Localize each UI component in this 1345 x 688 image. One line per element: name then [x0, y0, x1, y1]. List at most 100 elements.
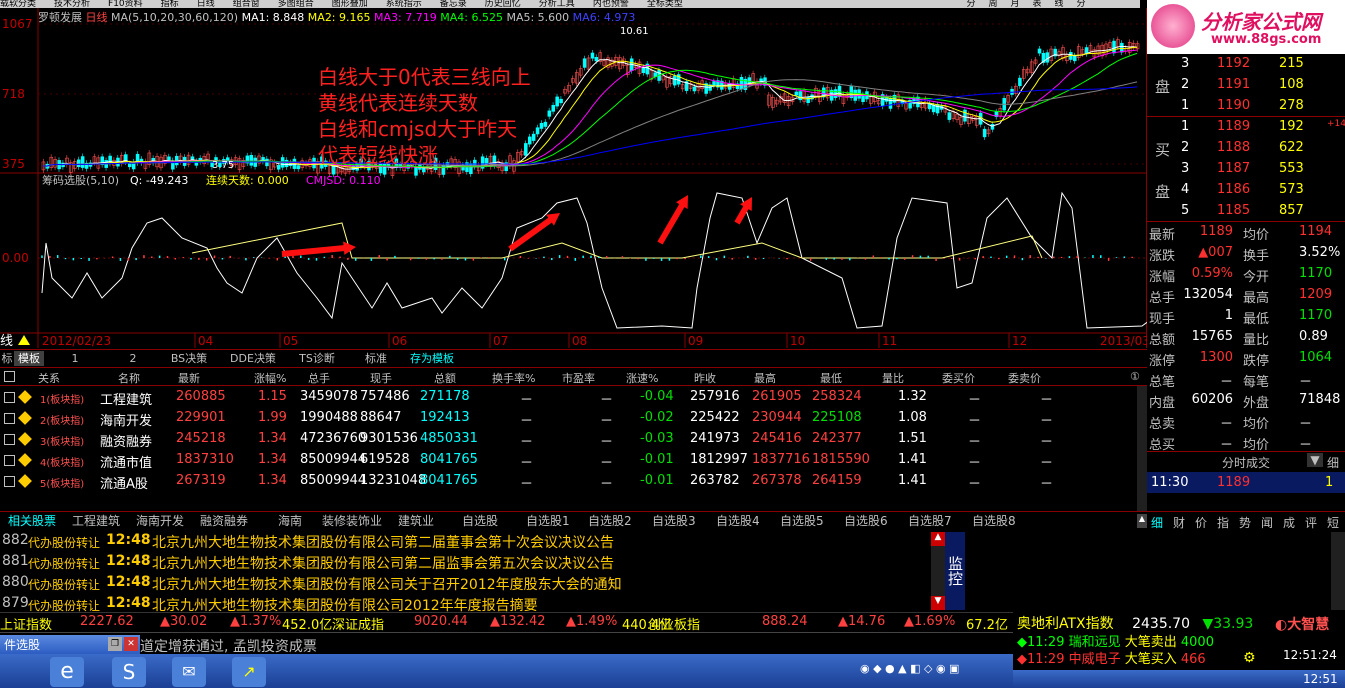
chart-area[interactable]: 1067 718 375 10.61 3.75 白线大于0代表三线向上 黄线代表连续天数 白线… — [0, 8, 1183, 349]
table-row[interactable]: 1(板块指) 工程建筑 260885 1.15 3459078 757486 271178 －… — [0, 387, 1147, 408]
quote-tab-5[interactable]: 闻 — [1261, 514, 1273, 531]
column-header[interactable]: 总额 — [434, 370, 456, 386]
quote-tab-6[interactable]: 成 — [1283, 514, 1295, 531]
group-tab-10[interactable]: 自选股3 — [652, 512, 696, 530]
view-button-0[interactable]: 分 — [960, 0, 982, 9]
column-header[interactable]: 现手 — [370, 370, 392, 386]
menu-item-7[interactable]: 图形叠加 — [332, 0, 368, 8]
column-header[interactable]: 最新 — [178, 370, 200, 386]
time-sales-row[interactable]: 11:30 1189 1 — [1147, 472, 1345, 493]
kline-chart-svg[interactable]: 1067 718 375 10.61 3.75 白线大于0代表三线向上黄线代表连续天数白线… — [0, 8, 1183, 349]
column-header[interactable]: 涨幅% — [254, 370, 286, 386]
index-name[interactable]: 上证指数 — [0, 614, 52, 633]
right-scrollbar[interactable] — [1331, 532, 1345, 610]
row-checkbox[interactable] — [4, 413, 15, 424]
column-header[interactable]: 总手 — [308, 370, 330, 386]
menu-item-2[interactable]: F10资料 — [108, 0, 143, 8]
index-name[interactable]: 深证成指 — [332, 614, 384, 633]
menu-item-11[interactable]: 分析工具 — [539, 0, 575, 8]
news-scrollbar[interactable]: ▲ ▼ — [931, 532, 945, 610]
quote-tab-1[interactable]: 财 — [1173, 514, 1185, 531]
row-checkbox[interactable] — [4, 476, 15, 487]
column-header[interactable]: 涨速% — [626, 370, 658, 386]
column-header[interactable]: 委卖价 — [1008, 370, 1041, 386]
close-icon[interactable]: ✕ — [124, 637, 138, 651]
view-button-3[interactable]: 表 — [1026, 0, 1048, 9]
row-checkbox[interactable] — [4, 392, 15, 403]
quote-tab-3[interactable]: 指 — [1217, 514, 1229, 531]
row-checkbox[interactable] — [4, 434, 15, 445]
menu-item-10[interactable]: 历史回忆 — [485, 0, 521, 8]
sell-order-row[interactable]: 3 1192 215 — [1147, 54, 1345, 75]
menu-item-1[interactable]: 技术分析 — [54, 0, 90, 8]
menu-item-6[interactable]: 多图组合 — [278, 0, 314, 8]
menu-item-3[interactable]: 指标 — [161, 0, 179, 8]
group-tab-6[interactable]: 建筑业 — [398, 512, 434, 530]
template-tab-3[interactable]: 2 — [118, 351, 148, 366]
view-button-4[interactable]: 线 — [1048, 0, 1070, 9]
taskbar-window[interactable]: 件选股 ❐ ✕ — [0, 635, 140, 655]
app-icon-red[interactable]: ✉ — [172, 657, 206, 687]
menu-item-5[interactable]: 组合窗 — [233, 0, 260, 8]
group-tab-5[interactable]: 装修装饰业 — [322, 512, 382, 530]
news-item[interactable]: 881 代办股份转让 12:48 北京九州大地生物技术集团股份有限公司第二届监事会第五… — [0, 553, 945, 573]
group-tab-2[interactable]: 海南开发 — [136, 512, 184, 530]
index-name[interactable]: 创业板指 — [648, 614, 700, 633]
quote-tab-8[interactable]: 短 — [1327, 514, 1339, 531]
select-all-checkbox[interactable] — [4, 371, 15, 382]
group-tab-12[interactable]: 自选股5 — [780, 512, 824, 530]
group-tab-1[interactable]: 工程建筑 — [72, 512, 120, 530]
group-tab-3[interactable]: 融资融券 — [200, 512, 248, 530]
menu-item-0[interactable]: 载软分类 — [0, 0, 36, 8]
column-header[interactable]: 关系 — [38, 370, 60, 386]
table-row[interactable]: 4(板块指) 流通市值 1837310 1.34 85009944 619528 80417… — [0, 450, 1147, 471]
template-tab-2[interactable]: 1 — [60, 351, 90, 366]
column-header[interactable]: 换手率% — [492, 370, 535, 386]
template-tab-8[interactable]: 存为模板 — [402, 351, 462, 366]
group-tab-15[interactable]: 自选股8 — [972, 512, 1016, 530]
group-tab-7[interactable]: 自选股 — [462, 512, 498, 530]
scroll-down-icon[interactable]: ▼ — [931, 596, 945, 610]
template-tab-1[interactable]: 模板 — [14, 351, 44, 366]
template-tab-7[interactable]: 标准 — [354, 351, 398, 366]
view-button-2[interactable]: 月 — [1004, 0, 1026, 9]
column-settings-icon[interactable]: ① — [1130, 370, 1140, 383]
group-tab-8[interactable]: 自选股1 — [526, 512, 570, 530]
settings-gear-icon[interactable]: ⚙ — [1243, 650, 1261, 668]
menu-item-12[interactable]: 内也预警 — [593, 0, 629, 8]
menu-item-8[interactable]: 系统指示 — [386, 0, 422, 8]
template-tab-0[interactable]: 标 — [0, 351, 14, 366]
sell-order-row[interactable]: 2 1191 108 — [1147, 75, 1345, 96]
time-sales-dropdown-icon[interactable]: ▼ — [1307, 453, 1323, 467]
buy-order-row[interactable]: 3 1187 553 — [1147, 159, 1345, 180]
menu-item-4[interactable]: 日线 — [197, 0, 215, 8]
group-tab-4[interactable]: 海南 — [278, 512, 302, 530]
news-item[interactable]: 882 代办股份转让 12:48 北京九州大地生物技术集团股份有限公司第二届董事会第十… — [0, 532, 945, 552]
quote-tab-2[interactable]: 价 — [1195, 514, 1207, 531]
buy-order-row[interactable]: 2 1188 622 — [1147, 138, 1345, 159]
group-tab-11[interactable]: 自选股4 — [716, 512, 760, 530]
column-header[interactable]: 最低 — [820, 370, 842, 386]
column-header[interactable]: 最高 — [754, 370, 776, 386]
table-scrollbar[interactable] — [1137, 386, 1147, 511]
row-checkbox[interactable] — [4, 455, 15, 466]
quote-tab-4[interactable]: 势 — [1239, 514, 1251, 531]
menu-item-13[interactable]: 全标类型 — [647, 0, 683, 8]
buy-order-row[interactable]: 5 1185 857 — [1147, 201, 1345, 222]
column-header[interactable]: 委买价 — [942, 370, 975, 386]
column-header[interactable]: 量比 — [882, 370, 904, 386]
view-button-5[interactable]: 分 — [1070, 0, 1092, 9]
monitor-label[interactable]: 监控 — [945, 532, 965, 610]
app-icon-chart[interactable]: ↗ — [232, 657, 266, 687]
table-row[interactable]: 2(板块指) 海南开发 229901 1.99 1990488 88647 192413 － －… — [0, 408, 1147, 429]
search-app-icon[interactable]: S — [112, 657, 146, 687]
scroll-up-icon[interactable]: ▲ — [931, 532, 945, 546]
time-sales-tab[interactable]: 细 — [1327, 454, 1339, 471]
table-row[interactable]: 5(板块指) 流通A股 267319 1.34 85009944 13231048 8041… — [0, 471, 1147, 492]
alert-row[interactable]: ◆11:29 中威电子 大笔买入 466 — [1017, 648, 1206, 667]
buy-order-row[interactable]: 4 1186 573 — [1147, 180, 1345, 201]
ie-icon[interactable]: e — [50, 657, 84, 687]
view-button-1[interactable]: 周 — [982, 0, 1004, 9]
group-tab-13[interactable]: 自选股6 — [844, 512, 888, 530]
template-tab-5[interactable]: DDE决策 — [224, 351, 282, 366]
